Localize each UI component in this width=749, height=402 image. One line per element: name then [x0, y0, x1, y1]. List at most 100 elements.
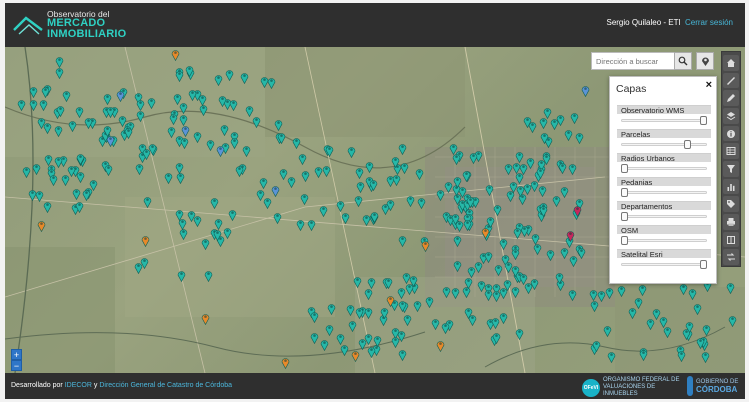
- property-marker[interactable]: [173, 92, 182, 106]
- slider-thumb[interactable]: [700, 260, 707, 269]
- property-marker[interactable]: [177, 269, 186, 283]
- property-marker[interactable]: [29, 85, 38, 99]
- property-marker[interactable]: [201, 312, 210, 326]
- property-marker[interactable]: [62, 89, 71, 102]
- opacity-slider[interactable]: [621, 236, 707, 245]
- property-marker[interactable]: [560, 185, 569, 198]
- property-marker[interactable]: [320, 338, 329, 352]
- property-marker[interactable]: [367, 276, 376, 289]
- property-marker[interactable]: [380, 306, 389, 319]
- opacity-slider[interactable]: [621, 212, 707, 221]
- property-marker[interactable]: [355, 166, 364, 180]
- property-marker[interactable]: [135, 162, 144, 176]
- property-marker[interactable]: [314, 165, 323, 178]
- property-marker[interactable]: [310, 331, 319, 344]
- property-marker[interactable]: [103, 92, 112, 106]
- property-marker[interactable]: [455, 219, 464, 232]
- property-marker[interactable]: [538, 184, 547, 197]
- property-marker[interactable]: [499, 237, 508, 251]
- property-marker[interactable]: [296, 218, 305, 232]
- property-marker[interactable]: [348, 319, 357, 333]
- property-marker[interactable]: [499, 311, 508, 324]
- property-marker[interactable]: [41, 85, 50, 99]
- zoom-in-button[interactable]: +: [11, 349, 22, 360]
- slider-thumb[interactable]: [621, 188, 628, 197]
- property-marker[interactable]: [639, 348, 648, 361]
- property-marker[interactable]: [453, 259, 462, 273]
- tool-swap[interactable]: [723, 249, 739, 266]
- property-marker[interactable]: [223, 226, 232, 240]
- property-marker[interactable]: [688, 287, 697, 300]
- property-marker[interactable]: [143, 195, 152, 209]
- property-marker[interactable]: [298, 152, 307, 165]
- property-marker[interactable]: [273, 211, 282, 224]
- observatorio-logo[interactable]: Observatorio del MERCADO INMOBILIARIO: [13, 8, 126, 42]
- tool-tag[interactable]: [723, 196, 739, 213]
- tool-print[interactable]: [723, 214, 739, 230]
- property-marker[interactable]: [72, 187, 81, 200]
- property-marker[interactable]: [491, 316, 500, 330]
- tool-expand[interactable]: [723, 231, 739, 248]
- idecor-link[interactable]: IDECOR: [65, 382, 92, 389]
- property-marker[interactable]: [141, 234, 150, 248]
- property-marker[interactable]: [442, 285, 451, 298]
- property-marker[interactable]: [354, 194, 363, 208]
- property-marker[interactable]: [511, 285, 520, 299]
- property-marker[interactable]: [702, 323, 711, 337]
- property-marker[interactable]: [406, 194, 415, 208]
- property-marker[interactable]: [75, 200, 84, 213]
- property-marker[interactable]: [452, 152, 461, 166]
- property-marker[interactable]: [240, 71, 249, 85]
- property-marker[interactable]: [451, 286, 460, 300]
- property-marker[interactable]: [17, 98, 26, 112]
- property-marker[interactable]: [575, 131, 584, 145]
- property-marker[interactable]: [384, 276, 393, 289]
- property-marker[interactable]: [210, 196, 219, 210]
- property-marker[interactable]: [325, 144, 334, 158]
- property-marker[interactable]: [603, 324, 612, 337]
- tool-info[interactable]: [723, 125, 739, 142]
- property-marker[interactable]: [677, 349, 686, 363]
- property-marker[interactable]: [358, 337, 367, 350]
- property-marker[interactable]: [568, 162, 577, 176]
- property-marker[interactable]: [492, 289, 501, 302]
- property-marker[interactable]: [726, 281, 735, 294]
- property-marker[interactable]: [506, 189, 515, 202]
- property-marker[interactable]: [82, 188, 91, 202]
- property-marker[interactable]: [164, 171, 173, 185]
- property-marker[interactable]: [22, 165, 31, 178]
- property-marker[interactable]: [228, 208, 237, 222]
- property-marker[interactable]: [364, 306, 373, 320]
- property-marker[interactable]: [556, 113, 565, 126]
- opacity-slider[interactable]: [621, 260, 707, 269]
- property-marker[interactable]: [552, 194, 561, 207]
- property-marker[interactable]: [76, 152, 85, 166]
- property-marker[interactable]: [327, 302, 336, 316]
- property-marker[interactable]: [728, 314, 737, 328]
- property-marker[interactable]: [310, 310, 319, 323]
- property-marker[interactable]: [652, 307, 661, 321]
- property-marker[interactable]: [523, 115, 532, 128]
- property-marker[interactable]: [54, 124, 63, 138]
- property-marker[interactable]: [484, 250, 493, 264]
- tool-measure[interactable]: [723, 72, 739, 89]
- property-marker[interactable]: [292, 136, 301, 149]
- property-marker[interactable]: [55, 66, 64, 80]
- property-marker[interactable]: [355, 306, 364, 320]
- logout-link[interactable]: Cerrar sesión: [685, 18, 733, 27]
- search-button[interactable]: [674, 52, 692, 70]
- property-marker[interactable]: [124, 126, 133, 140]
- property-marker[interactable]: [76, 170, 85, 184]
- locate-button[interactable]: [696, 52, 714, 70]
- property-marker[interactable]: [346, 303, 355, 317]
- property-marker[interactable]: [68, 119, 77, 133]
- property-marker[interactable]: [353, 275, 362, 289]
- property-marker[interactable]: [181, 124, 190, 138]
- tool-layers[interactable]: [723, 108, 739, 124]
- property-marker[interactable]: [696, 336, 705, 349]
- property-marker[interactable]: [300, 192, 309, 206]
- property-marker[interactable]: [558, 161, 567, 174]
- slider-thumb[interactable]: [684, 140, 692, 149]
- tool-home[interactable]: [723, 55, 739, 71]
- property-marker[interactable]: [511, 247, 520, 261]
